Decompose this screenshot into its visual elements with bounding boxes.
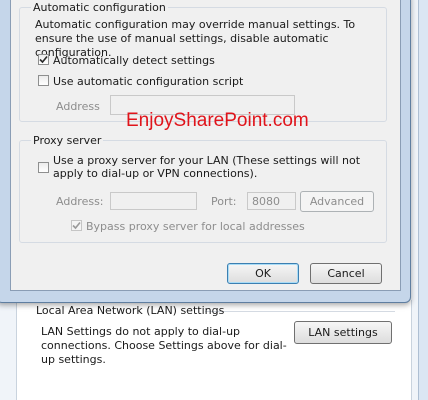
proxy-port-label: Port: [211, 195, 237, 208]
bypass-local-label: Bypass proxy server for local addresses [86, 220, 305, 233]
use-script-label: Use automatic configuration script [53, 75, 244, 88]
use-proxy-label: Use a proxy server for your LAN (These s… [53, 154, 361, 180]
auto-config-legend: Automatic configuration [31, 1, 168, 14]
watermark-text: EnjoySharePoint.com [126, 110, 309, 131]
lan-section-divider [205, 311, 395, 312]
ok-button[interactable]: OK [227, 263, 299, 284]
checkmark-icon [72, 221, 81, 230]
lan-settings-button[interactable]: LAN settings [294, 321, 392, 344]
bypass-local-checkbox[interactable] [71, 220, 82, 231]
proxy-address-label: Address: [56, 195, 104, 208]
lan-section-description: LAN Settings do not apply to dial-up con… [41, 325, 287, 366]
proxy-server-legend: Proxy server [31, 134, 104, 147]
lan-settings-dialog: Automatic configuration Automatic config… [0, 0, 411, 303]
proxy-port-input[interactable]: 8080 [247, 192, 296, 210]
cancel-button[interactable]: Cancel [310, 263, 382, 284]
proxy-address-input[interactable] [110, 192, 197, 210]
window-border [418, 0, 428, 400]
auto-detect-label: Automatically detect settings [53, 54, 215, 67]
dialog-body: Automatic configuration Automatic config… [10, 0, 401, 291]
use-proxy-checkbox[interactable] [38, 162, 49, 173]
use-script-checkbox[interactable] [38, 75, 49, 86]
auto-detect-checkbox[interactable] [38, 54, 49, 65]
lan-section-legend: Local Area Network (LAN) settings [36, 304, 225, 317]
script-address-label: Address [56, 100, 100, 113]
checkmark-icon [39, 55, 48, 64]
advanced-button[interactable]: Advanced [300, 191, 374, 212]
